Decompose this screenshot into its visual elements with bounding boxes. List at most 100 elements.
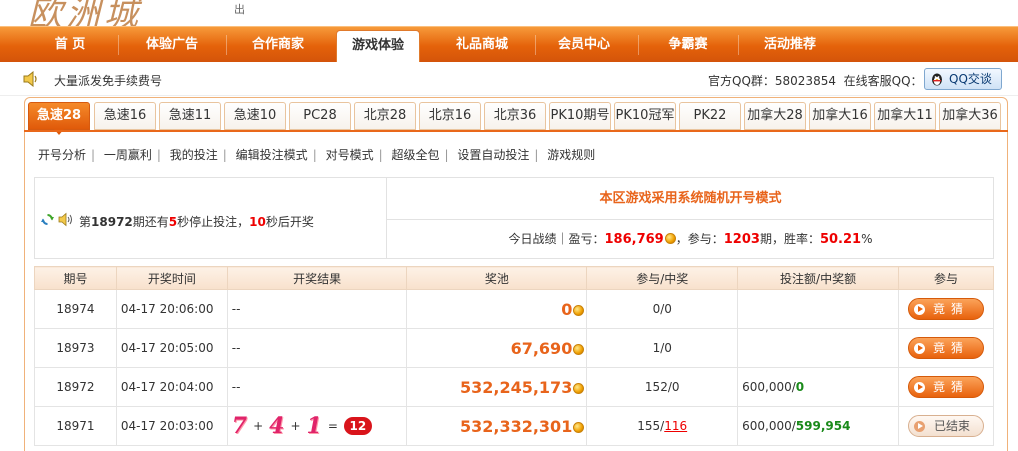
- row-result: 7 +4 +1 = 12: [226, 406, 408, 446]
- tab-pk10-issue[interactable]: PK10期号: [549, 102, 611, 130]
- nav-item-games[interactable]: 游戏体验: [336, 30, 420, 63]
- stats-label-participation: ，参与：: [675, 232, 724, 246]
- nav-divider: [226, 35, 227, 55]
- coin-icon: [664, 233, 676, 244]
- winners-link[interactable]: 116: [664, 419, 687, 433]
- qq-chat-label: QQ交谈: [949, 72, 992, 86]
- tab-jisu28[interactable]: 急速28: [28, 102, 90, 135]
- plus-sign: +: [253, 419, 264, 433]
- row-participation: 0/0: [586, 289, 739, 329]
- row-pool: 532,245,173: [406, 367, 588, 407]
- play-arrow-icon: [914, 343, 925, 354]
- link-match-mode[interactable]: 对号模式: [326, 148, 374, 162]
- today-stats: 今日战绩｜盈亏：186,769 ，参与：1203期，胜率：50.21%: [387, 220, 994, 258]
- win-amount: 599,954: [795, 419, 851, 433]
- nav-item-promotions[interactable]: 活动推荐: [740, 27, 840, 63]
- nav-item-member-center[interactable]: 会员中心: [536, 27, 632, 63]
- win-amount: 0: [795, 380, 805, 394]
- equals-sign: =: [327, 419, 338, 433]
- link-separator: |: [222, 148, 227, 162]
- tab-beijing36[interactable]: 北京36: [484, 102, 546, 130]
- link-separator: |: [378, 148, 383, 162]
- qq-chat-button[interactable]: QQ交谈: [924, 68, 1002, 90]
- sound-icon[interactable]: [58, 212, 74, 227]
- link-weekly-profit[interactable]: 一周赢利: [104, 148, 152, 162]
- col-participation: 参与/中奖: [586, 266, 739, 290]
- tab-canada36[interactable]: 加拿大36: [939, 102, 1001, 130]
- pool-amount: 532,245,173: [459, 377, 573, 397]
- tab-pc28[interactable]: PC28: [289, 102, 351, 130]
- guess-button[interactable]: 竟猜: [908, 298, 984, 320]
- bet-amount: 600,000/: [742, 419, 796, 433]
- table-row: 18971 04-17 20:03:00 7 +4 +1 = 12 532,332,30…: [34, 406, 994, 446]
- qq-group-number: 官方QQ群：58023854: [708, 74, 836, 88]
- tab-pk22[interactable]: PK22: [679, 102, 741, 130]
- row-pool: 0: [406, 289, 588, 329]
- participation-count: 155/: [637, 419, 665, 433]
- nav-item-home[interactable]: 首 页: [28, 27, 112, 63]
- coin-icon: [573, 421, 585, 433]
- ended-button-label: 已结束: [933, 419, 970, 433]
- col-action: 参与: [898, 266, 994, 290]
- link-super-full-pack[interactable]: 超级全包: [391, 148, 439, 162]
- speaker-icon: [23, 71, 37, 87]
- tab-canada28[interactable]: 加拿大28: [744, 102, 806, 130]
- countdown-prefix: 第: [79, 215, 92, 229]
- nav-item-gift-mall[interactable]: 礼品商城: [432, 27, 532, 63]
- ended-button[interactable]: 已结束: [908, 415, 984, 437]
- link-my-bets[interactable]: 我的投注: [170, 148, 218, 162]
- nav-item-contest[interactable]: 争霸赛: [640, 27, 736, 63]
- link-number-analysis[interactable]: 开号分析: [38, 148, 86, 162]
- tab-beijing16[interactable]: 北京16: [419, 102, 481, 130]
- nav-item-partners[interactable]: 合作商家: [228, 27, 328, 63]
- row-pool: 532,332,301: [406, 406, 588, 446]
- link-edit-bet-mode[interactable]: 编辑投注模式: [236, 148, 308, 162]
- col-result: 开奖结果: [226, 266, 408, 290]
- table-row: 18972 04-17 20:04:00 -- 532,245,173 152/…: [34, 367, 994, 407]
- nav-item-ads[interactable]: 体验广告: [120, 27, 224, 63]
- play-arrow-icon: [914, 304, 925, 315]
- coin-icon: [573, 343, 585, 355]
- main-nav: 首 页 体验广告 合作商家 游戏体验 礼品商城 会员中心 争霸赛 活动推荐: [0, 26, 1018, 63]
- result-sum-badge: 12: [343, 417, 372, 435]
- countdown-mid2: 秒停止投注，: [177, 215, 250, 229]
- tab-canada11[interactable]: 加拿大11: [874, 102, 936, 130]
- open-seconds: 10: [249, 215, 266, 229]
- notice-text[interactable]: 大量派发免手续费号: [54, 72, 162, 89]
- tab-jisu11[interactable]: 急速11: [159, 102, 221, 130]
- guess-button-label: 竟猜: [932, 302, 969, 316]
- play-arrow-icon: [914, 382, 925, 393]
- col-pool: 奖池: [406, 266, 588, 290]
- stats-label-today: 今日战绩｜盈亏：: [508, 232, 605, 246]
- tab-canada16[interactable]: 加拿大16: [809, 102, 871, 130]
- logo-strip: 欧洲城 出: [0, 0, 1018, 26]
- guess-button[interactable]: 竟猜: [908, 337, 984, 359]
- guess-button[interactable]: 竟猜: [908, 376, 984, 398]
- link-game-rules[interactable]: 游戏规则: [547, 148, 595, 162]
- tab-pk10-champion[interactable]: PK10冠军: [614, 102, 676, 130]
- row-result: --: [226, 367, 408, 407]
- qq-penguin-icon: [932, 73, 942, 86]
- countdown-panel: 第18972期还有5秒停止投注，10秒后开奖: [35, 178, 387, 258]
- link-auto-bet[interactable]: 设置自动投注: [457, 148, 529, 162]
- row-result: --: [226, 289, 408, 329]
- table-row: 18974 04-17 20:06:00 -- 0 0/0 竟猜: [34, 289, 994, 329]
- row-participation: 1/0: [586, 328, 739, 368]
- row-result: --: [226, 328, 408, 368]
- sub-links: 开号分析 | 一周赢利 | 我的投注 | 编辑投注模式 | 对号模式 | 超级全包 | 设置…: [38, 146, 595, 163]
- row-bet: 600,000/0: [737, 367, 899, 407]
- row-action: 竟猜: [898, 328, 994, 368]
- row-issue: 18974: [34, 289, 117, 329]
- mode-headline: 本区游戏采用系统随机开号模式: [387, 178, 994, 220]
- results-table: 期号 开奖时间 开奖结果 奖池 参与/中奖 投注额/中奖额 参与 18974 0…: [34, 266, 994, 446]
- tab-beijing28[interactable]: 北京28: [354, 102, 416, 130]
- stop-seconds: 5: [168, 215, 178, 229]
- tab-jisu10[interactable]: 急速10: [224, 102, 286, 130]
- tab-jisu16[interactable]: 急速16: [94, 102, 156, 130]
- table-header-row: 期号 开奖时间 开奖结果 奖池 参与/中奖 投注额/中奖额 参与: [34, 266, 994, 290]
- site-logo[interactable]: 欧洲城: [28, 0, 142, 26]
- row-bet: 600,000/599,954: [737, 406, 899, 446]
- coin-icon: [573, 304, 585, 316]
- link-separator: |: [312, 148, 317, 162]
- refresh-icon[interactable]: [40, 212, 55, 227]
